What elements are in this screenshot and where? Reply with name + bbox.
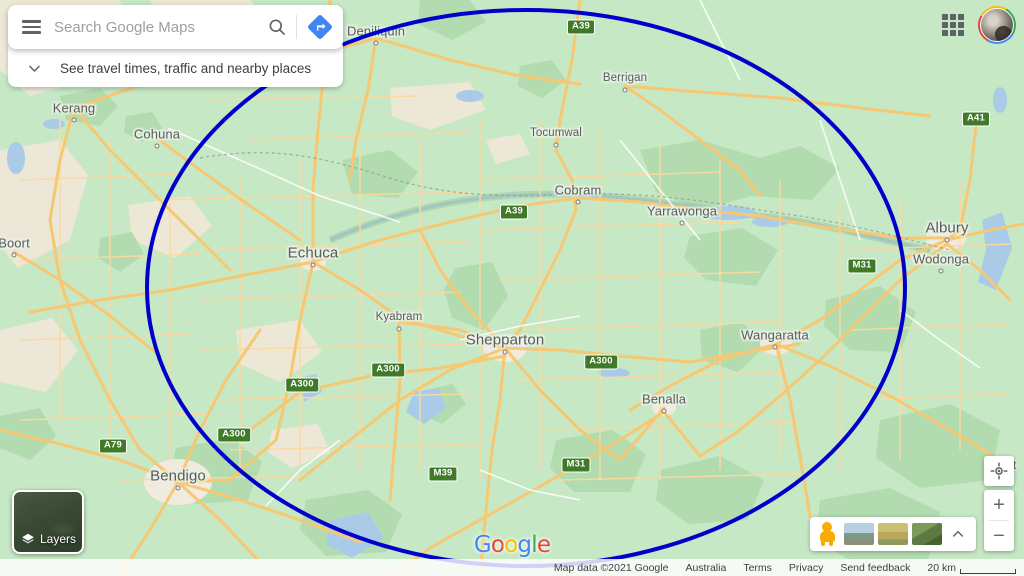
send-feedback-link[interactable]: Send feedback: [840, 562, 910, 574]
search-bar: [8, 5, 343, 49]
terms-link[interactable]: Terms: [743, 562, 772, 574]
search-icon[interactable]: [258, 5, 296, 49]
hamburger-bars: [21, 17, 41, 36]
search-glyph: [269, 19, 285, 35]
layers-button[interactable]: Layers: [12, 490, 84, 554]
scale-bar: [960, 568, 1016, 574]
hamburger-menu-icon[interactable]: [8, 5, 54, 49]
layers-button-content: Layers: [21, 532, 76, 546]
attribution-bar: Map data ©2021 Google Australia Terms Pr…: [0, 559, 1024, 576]
imagery-thumbnail-2[interactable]: [878, 523, 908, 545]
zoom-in-button[interactable]: +: [984, 490, 1014, 520]
avatar-image: [980, 8, 1014, 42]
chevron-down-icon: [8, 60, 60, 77]
directions-glyph: [308, 15, 332, 39]
search-input[interactable]: [54, 6, 258, 48]
search-panel: See travel times, traffic and nearby pla…: [8, 5, 343, 87]
zoom-out-button[interactable]: −: [984, 521, 1014, 551]
travel-times-banner[interactable]: See travel times, traffic and nearby pla…: [8, 45, 343, 87]
profile-avatar[interactable]: [978, 6, 1016, 44]
my-location-icon[interactable]: [984, 456, 1014, 486]
zoom-controls: + −: [984, 490, 1014, 551]
street-view-pegman-icon[interactable]: [816, 521, 838, 547]
directions-icon[interactable]: [297, 5, 343, 49]
imagery-strip: [810, 517, 976, 551]
imagery-thumbnail-1[interactable]: [844, 523, 874, 545]
layers-label: Layers: [40, 532, 77, 546]
my-location-glyph: [990, 462, 1008, 480]
scale-label: 20 km: [927, 561, 956, 574]
chevron-down-glyph: [28, 65, 40, 72]
chevron-up-icon[interactable]: [946, 526, 970, 542]
map-data-credit: Map data ©2021 Google: [553, 561, 669, 574]
apps-grid-icon[interactable]: [938, 10, 968, 40]
imagery-thumbnail-3[interactable]: [912, 523, 942, 545]
chevron-up-glyph: [952, 530, 964, 537]
region-link[interactable]: Australia: [685, 562, 726, 574]
scale-indicator: 20 km: [927, 562, 1016, 574]
privacy-link[interactable]: Privacy: [789, 562, 823, 574]
google-maps-app: Deniliquin Berrigan Tocumwal Cobram Yarrawon…: [0, 0, 1024, 576]
travel-times-label: See travel times, traffic and nearby pla…: [60, 60, 312, 76]
layers-icon: [22, 533, 34, 544]
